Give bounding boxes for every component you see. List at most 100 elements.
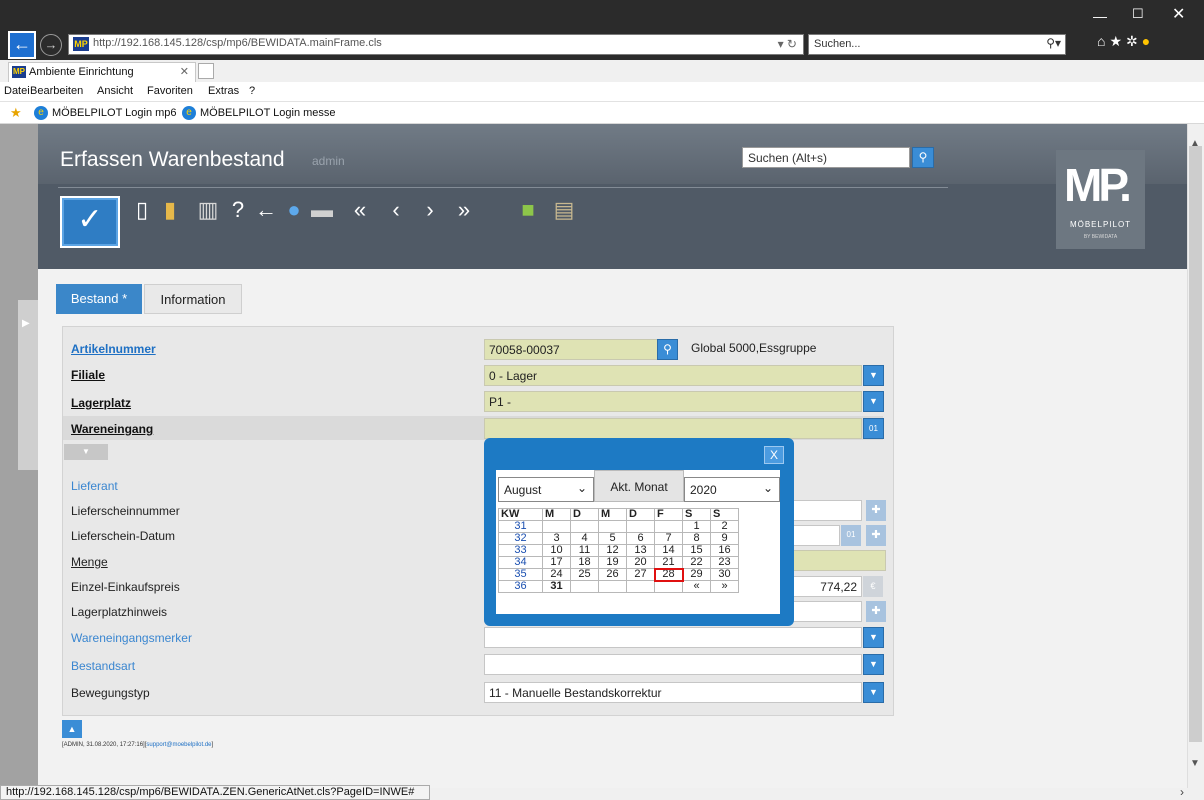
calendar-day[interactable]: 10 [542,544,571,557]
feedback-smiley-icon[interactable]: ● [1142,33,1154,49]
printer-icon[interactable]: ▬ [310,196,334,224]
calendar-day[interactable]: 7 [654,532,683,545]
calendar-day[interactable]: 18 [570,556,599,569]
menu-datei[interactable]: Datei [4,85,30,97]
calendar-day[interactable]: 31 [542,580,571,593]
magnifier-icon[interactable]: ⚲▾ [1046,36,1061,50]
calendar-day[interactable]: 16 [710,544,739,557]
calendar-day[interactable]: 20 [626,556,655,569]
calendar-day[interactable]: 22 [682,556,711,569]
home-icon[interactable]: ⌂ [1097,33,1109,49]
tab-information[interactable]: Information [144,284,242,314]
calendar-day[interactable]: 6 [626,532,655,545]
app-search-input[interactable]: Suchen (Alt+s) [742,147,910,168]
address-url[interactable]: http://192.168.145.128/csp/mp6/BEWIDATA.… [93,37,382,49]
favorite-link[interactable]: e MÖBELPILOT Login messe [182,106,336,120]
calendar-day[interactable]: 28 [653,567,684,582]
calendar-day[interactable]: 17 [542,556,571,569]
search-icon[interactable]: ⚲ [912,147,934,168]
calendar-week-number[interactable]: 32 [498,532,543,545]
calendar-day[interactable]: 8 [682,532,711,545]
goods-receipt-icon[interactable]: ▤ [552,196,576,224]
gear-icon[interactable]: ✲ [1126,33,1142,49]
stock-boxes-icon[interactable]: ■ [516,196,540,224]
calendar-day[interactable]: 25 [570,568,599,581]
forward-arrow-icon[interactable]: → [40,34,62,56]
calendar-icon[interactable]: 01 [863,418,884,439]
scroll-top-icon[interactable]: ▲ [62,720,82,738]
month-select[interactable]: August ⌄ [498,477,594,502]
scroll-up-icon[interactable]: ▲ [1190,138,1200,149]
browser-tab[interactable]: MP Ambiente Einrichtung ✕ [8,62,196,82]
artikelnummer-label[interactable]: Artikelnummer [71,342,156,356]
first-record-icon[interactable]: « [348,196,372,224]
open-folder-icon[interactable]: ▮ [158,196,182,224]
trash-icon[interactable]: ▥ [196,196,220,224]
menu-ansicht[interactable]: Ansicht [97,85,133,97]
year-select[interactable]: 2020 ⌄ [684,477,780,502]
menu-favoriten[interactable]: Favoriten [147,85,193,97]
menu-help[interactable]: ? [249,85,255,97]
address-bar[interactable]: MP http://192.168.145.128/csp/mp6/BEWIDA… [68,34,804,55]
bewegungstyp-select[interactable]: 11 - Manuelle Bestandskorrektur [484,682,862,703]
wareneingang-field[interactable] [484,418,862,439]
calendar-day[interactable]: 30 [710,568,739,581]
euro-icon[interactable]: € [863,576,883,597]
scroll-down-icon[interactable]: ▼ [1190,758,1200,769]
calendar-day[interactable]: 27 [626,568,655,581]
favorites-star-icon[interactable]: ★ [10,105,22,121]
back-arrow-icon[interactable]: ← [8,31,36,59]
new-document-icon[interactable]: ▯ [130,196,154,224]
calendar-day[interactable]: 3 [542,532,571,545]
tab-close-icon[interactable]: ✕ [180,65,189,78]
calendar-day[interactable]: 13 [626,544,655,557]
calendar-day[interactable]: 12 [598,544,627,557]
favorites-star-icon[interactable]: ★ [1109,33,1126,49]
calendar-day[interactable]: 2 [710,520,739,533]
chevron-down-icon[interactable]: ▼ [863,627,884,648]
calendar-week-number[interactable]: 35 [498,568,543,581]
tab-bestand[interactable]: Bestand * [56,284,142,314]
browser-toolbar-icons[interactable]: ⌂★✲● [1097,33,1154,50]
menu-bearbeiten[interactable]: Bearbeiten [30,85,83,97]
plus-icon[interactable]: ✚ [866,525,886,546]
scrollbar-thumb[interactable] [1189,146,1202,742]
calendar-day[interactable]: 23 [710,556,739,569]
checkmark-icon[interactable]: ✓ [60,196,120,248]
maximize-icon[interactable]: ☐ [1132,6,1144,22]
chevron-down-icon[interactable]: ▼ [863,365,884,386]
previous-record-icon[interactable]: ‹ [384,196,408,224]
calendar-day[interactable]: 26 [598,568,627,581]
current-month-button[interactable]: Akt. Monat [594,470,684,502]
artikelnummer-field[interactable]: 70058-00037 [484,339,658,360]
support-email-link[interactable]: support@moebelpilot.de [146,742,211,748]
calendar-day[interactable]: 9 [710,532,739,545]
minimize-icon[interactable]: — [1093,8,1107,24]
calendar-day[interactable]: 4 [570,532,599,545]
scroll-right-icon[interactable]: › [1180,785,1184,799]
back-icon[interactable]: ← [254,196,278,224]
help-icon[interactable]: ? [226,196,250,224]
favorite-link[interactable]: e MÖBELPILOT Login mp6 [34,106,177,120]
search-zoom-icon[interactable]: ● [282,196,306,224]
menu-extras[interactable]: Extras [208,85,239,97]
close-window-icon[interactable]: ✕ [1172,4,1185,24]
chevron-down-icon[interactable]: ▼ [863,391,884,412]
calendar-day[interactable]: 11 [570,544,599,557]
new-tab-button[interactable] [198,63,214,79]
calendar-day[interactable]: 1 [682,520,711,533]
calendar-week-number[interactable]: 33 [498,544,543,557]
next-month-icon[interactable]: » [710,580,739,593]
refresh-icon[interactable]: ▾ ↻ [778,37,797,51]
calendar-day[interactable]: 14 [654,544,683,557]
chevron-down-icon[interactable]: ▼ [863,654,884,675]
chevron-down-icon[interactable]: ▼ [863,682,884,703]
expand-arrow-icon[interactable]: ▶ [22,318,30,329]
calendar-day[interactable]: 21 [654,556,683,569]
calendar-icon[interactable]: 01 [841,525,861,546]
last-record-icon[interactable]: » [452,196,476,224]
calendar-day[interactable]: 19 [598,556,627,569]
calendar-week-number[interactable]: 34 [498,556,543,569]
previous-month-icon[interactable]: « [682,580,711,593]
calendar-close-button[interactable]: X [764,446,784,464]
